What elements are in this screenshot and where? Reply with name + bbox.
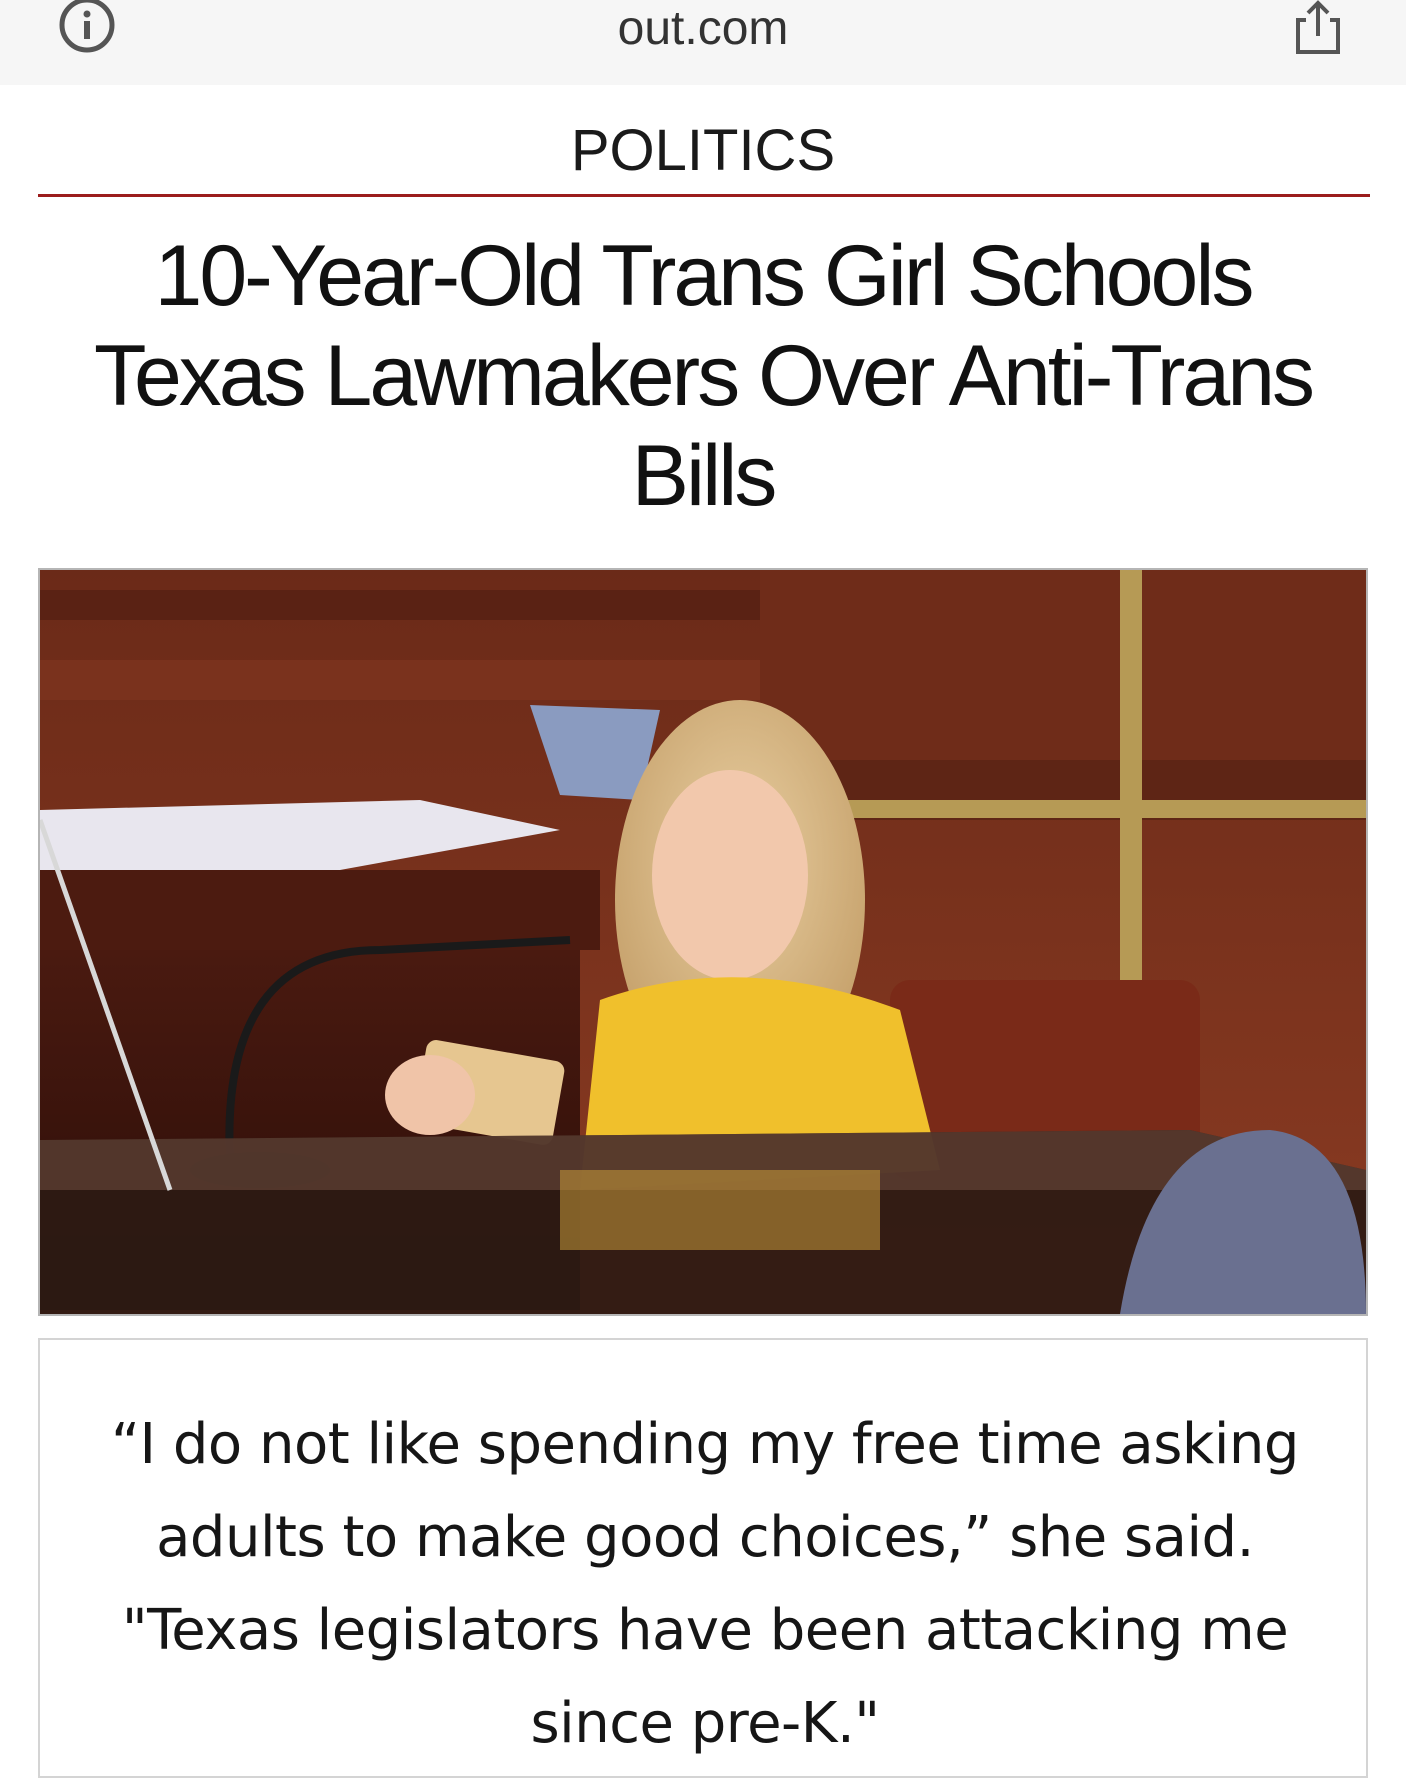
photo-illustration — [40, 570, 1366, 1314]
pull-quote-text: “I do not like spending my free time ask… — [111, 1412, 1299, 1756]
share-icon[interactable] — [1290, 0, 1346, 56]
pull-quote-box: “I do not like spending my free time ask… — [38, 1338, 1368, 1778]
category-divider — [38, 194, 1370, 197]
article-category[interactable]: POLITICS — [0, 118, 1406, 184]
browser-address-bar: out.com — [0, 0, 1406, 85]
article-headline: 10-Year-Old Trans Girl Schools Texas Law… — [93, 228, 1315, 524]
article-photo — [38, 568, 1368, 1316]
url-display[interactable]: out.com — [0, 0, 1406, 58]
